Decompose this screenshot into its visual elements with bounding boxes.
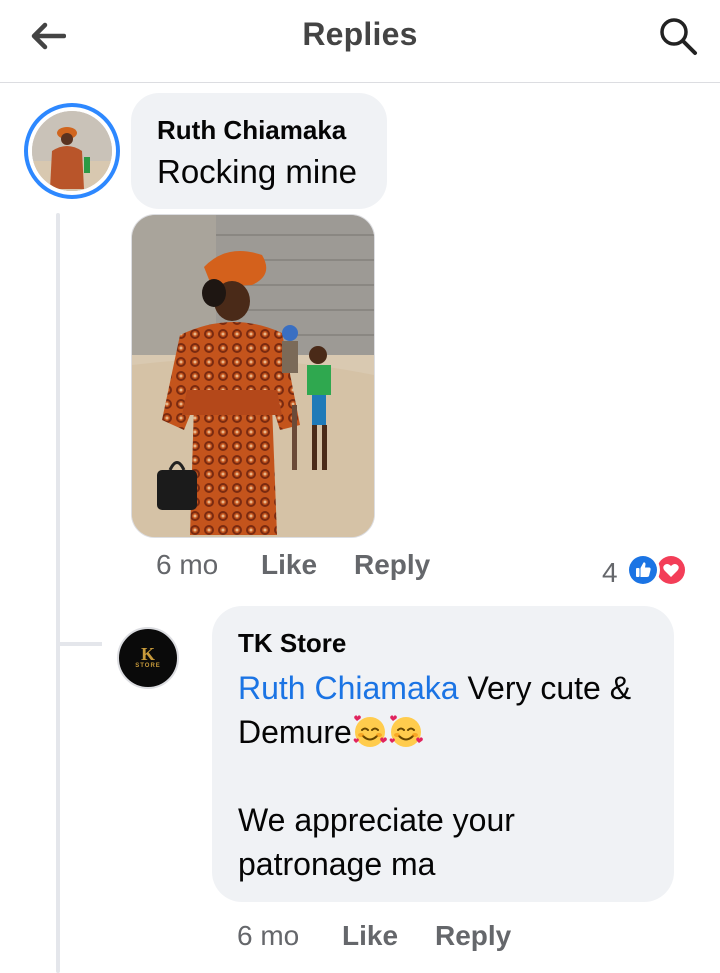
comment-text: Rocking mine bbox=[157, 153, 357, 190]
reply-text: Ruth Chiamaka Very cute & Demure We appr… bbox=[238, 666, 658, 886]
reply-text-para2: We appreciate your patronage ma bbox=[238, 802, 515, 882]
like-button[interactable]: Like bbox=[261, 549, 317, 581]
reply-bubble[interactable]: TK Store Ruth Chiamaka Very cute & Demur… bbox=[212, 606, 674, 902]
reaction-count: 4 bbox=[602, 557, 618, 588]
comment-actions: 6 mo Like Reply bbox=[156, 549, 456, 583]
reply-actions: 6 mo Like Reply bbox=[237, 920, 537, 954]
page-title: Replies bbox=[302, 16, 418, 52]
reply-button[interactable]: Reply bbox=[354, 549, 430, 581]
smiling-face-with-hearts-icon bbox=[353, 715, 387, 747]
comment-photo[interactable] bbox=[131, 214, 375, 538]
reply-author[interactable]: TK Store bbox=[238, 628, 346, 659]
smiling-face-with-hearts-icon bbox=[389, 715, 423, 747]
mention-link[interactable]: Ruth Chiamaka bbox=[238, 670, 459, 706]
reply-reply-button[interactable]: Reply bbox=[435, 920, 511, 952]
reply-time: 6 mo bbox=[237, 920, 300, 951]
search-button[interactable] bbox=[656, 14, 700, 58]
tk-logo-sub: STORE bbox=[135, 663, 161, 669]
comment-time: 6 mo bbox=[156, 549, 219, 580]
avatar-image bbox=[32, 111, 112, 191]
search-icon bbox=[660, 18, 697, 55]
thread-line bbox=[56, 213, 60, 973]
top-bar: Replies bbox=[0, 0, 720, 83]
like-icon bbox=[626, 553, 660, 587]
comment-bubble[interactable]: Ruth Chiamaka Rocking mine bbox=[131, 93, 387, 209]
reply-like-button[interactable]: Like bbox=[342, 920, 398, 952]
tk-logo: K bbox=[140, 644, 155, 664]
comment-author[interactable]: Ruth Chiamaka bbox=[157, 115, 346, 146]
avatar-ruth-chiamaka[interactable] bbox=[24, 103, 120, 199]
thread-branch bbox=[56, 642, 102, 646]
avatar-tk-store[interactable]: K STORE bbox=[117, 627, 179, 689]
